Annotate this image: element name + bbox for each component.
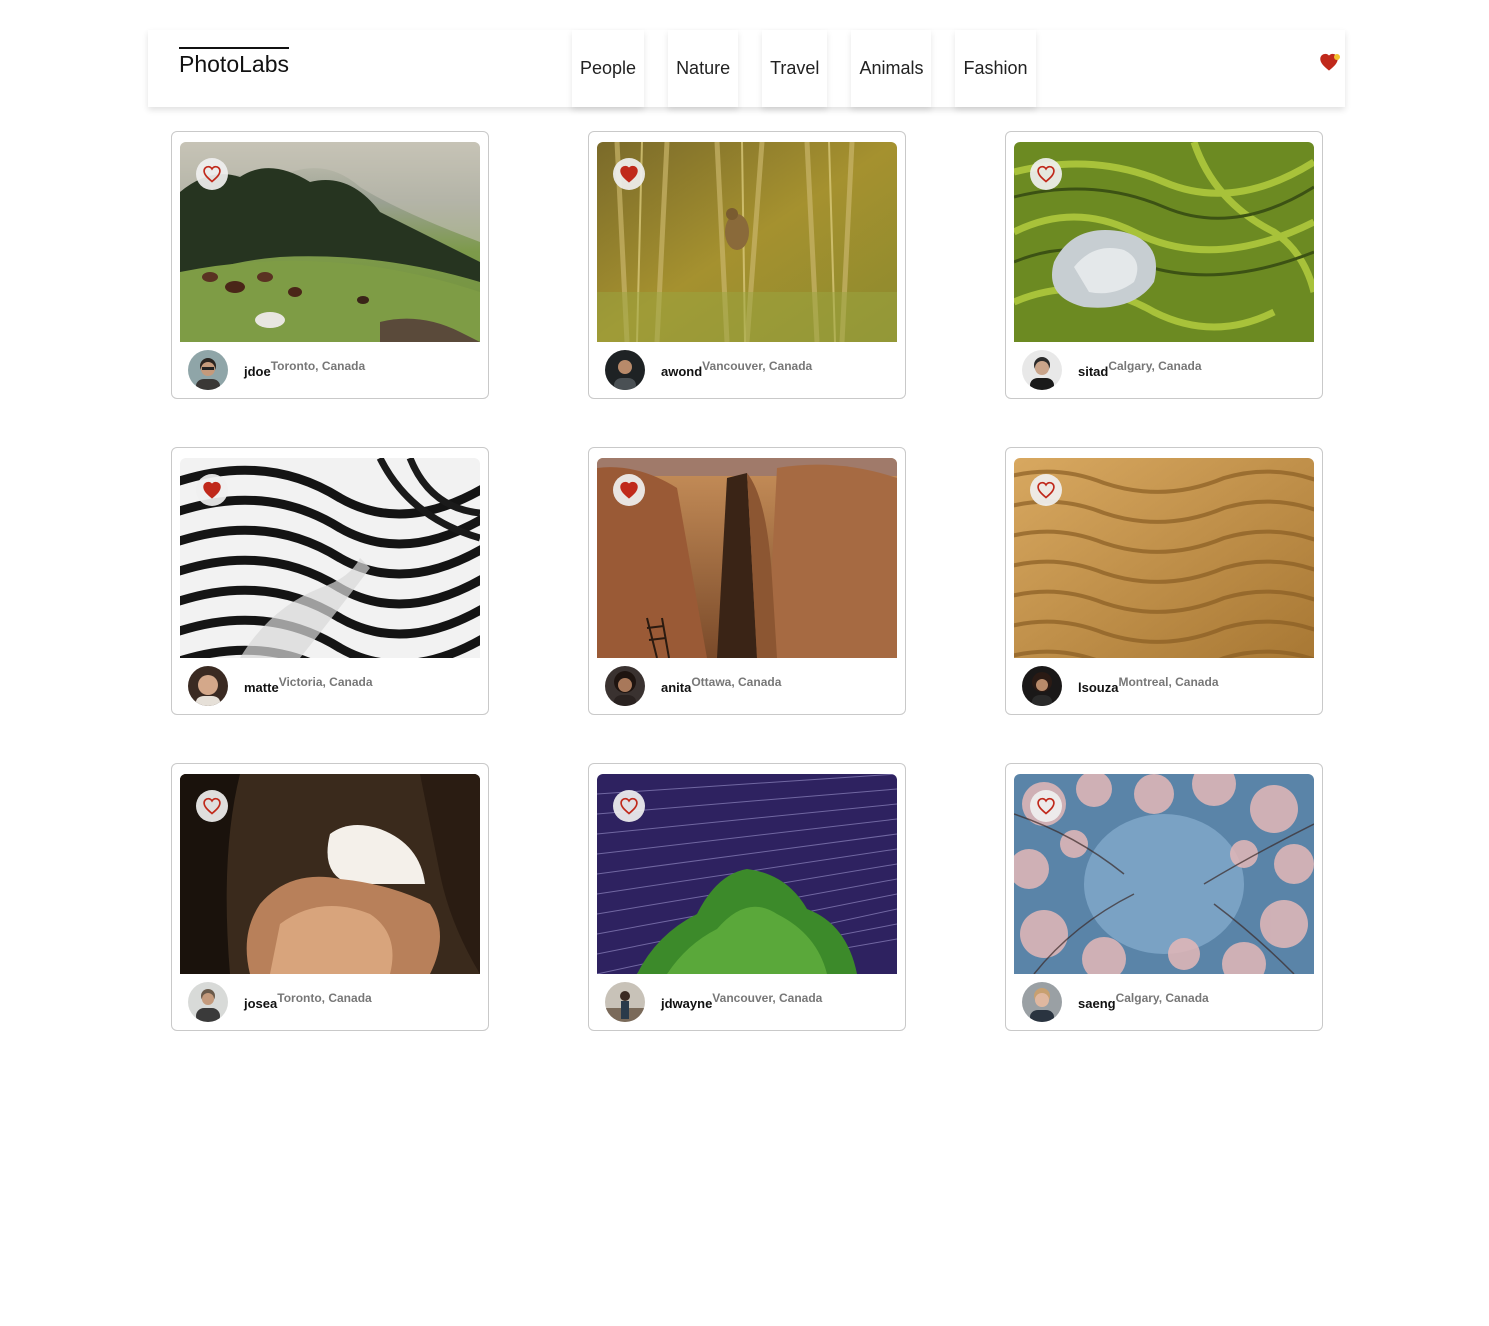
photo-card: anitaOttawa, Canada — [588, 447, 906, 715]
photo-image[interactable] — [180, 774, 480, 974]
heart-icon — [202, 480, 222, 500]
username: anita — [661, 680, 692, 695]
avatar — [605, 982, 645, 1022]
photo-image[interactable] — [597, 774, 897, 974]
photo-image[interactable] — [180, 142, 480, 342]
favourite-button[interactable] — [613, 790, 645, 822]
favourite-button[interactable] — [613, 158, 645, 190]
username: josea — [244, 996, 278, 1011]
heart-icon — [619, 164, 639, 184]
username: sitad — [1078, 364, 1109, 379]
avatar — [605, 350, 645, 390]
notification-dot — [1334, 54, 1340, 60]
topic-people[interactable]: People — [572, 30, 645, 107]
photo-card: saengCalgary, Canada — [1005, 763, 1323, 1031]
photo-image[interactable] — [1014, 142, 1314, 342]
topic-nature[interactable]: Nature — [668, 30, 739, 107]
username: saeng — [1078, 996, 1116, 1011]
avatar — [188, 666, 228, 706]
photo-image[interactable] — [597, 458, 897, 658]
photo-card: joseaToronto, Canada — [171, 763, 489, 1031]
topic-animals[interactable]: Animals — [851, 30, 932, 107]
location: Vancouver, Canada — [712, 991, 823, 1005]
location: Ottawa, Canada — [691, 675, 782, 689]
favourite-button[interactable] — [196, 158, 228, 190]
heart-icon — [1036, 164, 1056, 184]
photo-card: sitadCalgary, Canada — [1005, 131, 1323, 399]
photo-card: awondVancouver, Canada — [588, 131, 906, 399]
location: Vancouver, Canada — [702, 359, 813, 373]
heart-icon — [1036, 480, 1056, 500]
heart-icon — [1036, 796, 1056, 816]
favourite-button[interactable] — [1030, 158, 1062, 190]
photo-card: jdwayneVancouver, Canada — [588, 763, 906, 1031]
photo-card: matteVictoria, Canada — [171, 447, 489, 715]
avatar — [605, 666, 645, 706]
avatar — [1022, 666, 1062, 706]
photo-image[interactable] — [1014, 458, 1314, 658]
location: Calgary, Canada — [1108, 359, 1202, 373]
location: Montreal, Canada — [1118, 675, 1219, 689]
heart-icon — [202, 796, 222, 816]
heart-icon — [619, 796, 639, 816]
heart-icon — [202, 164, 222, 184]
photo-card: lsouzaMontreal, Canada — [1005, 447, 1323, 715]
logo[interactable]: PhotoLabs — [179, 47, 289, 77]
topic-fashion[interactable]: Fashion — [955, 30, 1036, 107]
username: lsouza — [1078, 680, 1119, 695]
photo-image[interactable] — [1014, 774, 1314, 974]
username: awond — [661, 364, 703, 379]
favourite-button[interactable] — [613, 474, 645, 506]
username: matte — [244, 680, 279, 695]
location: Toronto, Canada — [277, 991, 372, 1005]
location: Victoria, Canada — [278, 675, 373, 689]
username: jdoe — [244, 364, 271, 379]
favourite-button[interactable] — [196, 474, 228, 506]
photo-image[interactable] — [180, 458, 480, 658]
avatar — [188, 350, 228, 390]
location: Toronto, Canada — [270, 359, 366, 373]
location: Calgary, Canada — [1115, 991, 1209, 1005]
top-navigation-bar: PhotoLabs People Nature Travel Animals F… — [148, 30, 1345, 107]
favourite-button[interactable] — [196, 790, 228, 822]
photo-image[interactable] — [597, 142, 897, 342]
avatar — [1022, 350, 1062, 390]
photo-card: jdoeToronto, Canada — [171, 131, 489, 399]
avatar — [188, 982, 228, 1022]
username: jdwayne — [661, 996, 713, 1011]
avatar — [1022, 982, 1062, 1022]
favourite-button[interactable] — [1030, 474, 1062, 506]
favourite-button[interactable] — [1030, 790, 1062, 822]
heart-icon — [619, 480, 639, 500]
topic-travel[interactable]: Travel — [762, 30, 828, 107]
topic-list: People Nature Travel Animals Fashion — [572, 30, 1060, 107]
